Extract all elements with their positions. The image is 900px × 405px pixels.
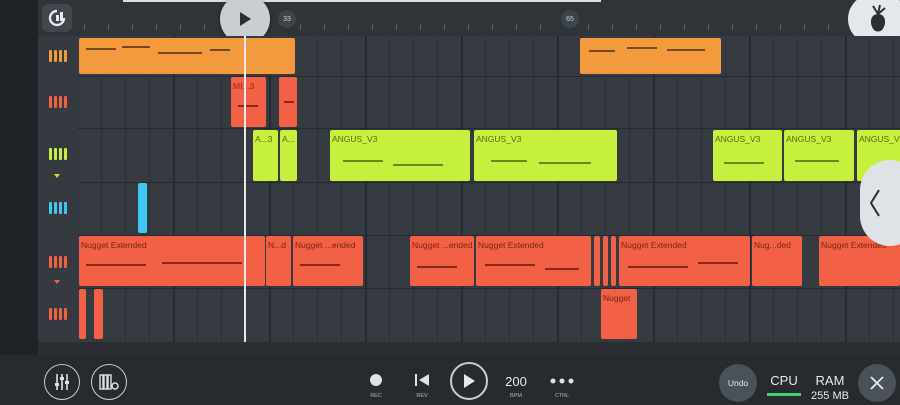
mixer-button[interactable] xyxy=(44,364,80,400)
track-4-button[interactable] xyxy=(38,182,78,234)
bpm-value[interactable]: 200 xyxy=(497,374,535,389)
piano-icon xyxy=(49,202,67,214)
track-2-button[interactable] xyxy=(38,76,78,128)
pattern-clip[interactable]: N...d xyxy=(266,236,291,286)
pattern-clip[interactable]: ANGUS_V3 xyxy=(330,130,470,181)
cpu-label[interactable]: CPU xyxy=(765,373,803,388)
clip-label: N...d xyxy=(268,240,286,250)
pattern-clip[interactable] xyxy=(79,38,295,74)
mixer-icon xyxy=(55,374,69,390)
clip-label: Nugget Extended xyxy=(81,240,147,250)
bar-marker-65: 65 xyxy=(561,10,579,28)
track-3-button[interactable] xyxy=(38,128,78,180)
timeline-ruler[interactable]: 33 65 xyxy=(38,0,900,36)
fl-studio-playlist: 33 65 A...3 A... ANGUS_V3 ANGUS_V3 ANGUS… xyxy=(0,0,900,405)
clip-label: Nugget xyxy=(603,293,631,303)
pattern-clip[interactable] xyxy=(138,183,147,233)
playlist-grid[interactable]: MI...3 A...3 A... ANGUS_V3 ANGUS_V3 ANGU… xyxy=(78,36,900,342)
rev-label: REV xyxy=(416,393,428,399)
clip-label: ANGUS_V3 xyxy=(476,134,522,144)
clip-label: ANGUS_V3 xyxy=(859,134,900,144)
clip-label: A...3 xyxy=(255,134,273,144)
track-headers xyxy=(38,36,79,342)
loop-region-line xyxy=(123,0,601,2)
pattern-clip[interactable]: MI...3 xyxy=(231,77,266,127)
clip-label: Nugget ...ended xyxy=(412,240,473,250)
record-icon xyxy=(370,374,382,386)
pattern-clip[interactable] xyxy=(94,289,103,339)
piano-icon xyxy=(49,50,67,62)
pattern-clip[interactable]: Nugget Extended xyxy=(476,236,591,286)
piano-icon xyxy=(49,256,67,268)
pattern-clip[interactable]: A...3 xyxy=(253,130,278,181)
ctrl-label: CTRL xyxy=(554,393,570,399)
pattern-clip[interactable] xyxy=(580,38,721,74)
bar-marker-33: 33 xyxy=(278,10,296,28)
dots-icon xyxy=(550,378,574,384)
pattern-clip[interactable]: ANGUS_V3 xyxy=(784,130,854,181)
left-strip xyxy=(0,0,38,405)
fruit-logo-icon xyxy=(870,4,886,32)
ctrl-button[interactable] xyxy=(548,373,576,389)
close-button[interactable] xyxy=(858,364,896,402)
cpu-meter xyxy=(767,393,801,396)
play-icon xyxy=(464,374,475,388)
pattern-clip[interactable]: Nugget Extended xyxy=(79,236,265,286)
play-button[interactable] xyxy=(450,362,488,400)
pattern-clip[interactable]: Nugget ...ended xyxy=(293,236,363,286)
piano-icon xyxy=(49,96,67,108)
clip-label: ANGUS_V3 xyxy=(332,134,378,144)
pattern-clip[interactable] xyxy=(79,289,86,339)
pattern-clip[interactable]: A... xyxy=(280,130,297,181)
rewind-button[interactable] xyxy=(411,369,433,391)
pattern-clip[interactable] xyxy=(279,77,297,127)
rec-label: REC xyxy=(370,393,382,399)
piano-roll-settings-button[interactable] xyxy=(91,364,127,400)
bottom-toolbar: REC REV 200 BPM CTRL Undo CPU RAM 255 MB xyxy=(0,355,900,405)
chevron-left-icon xyxy=(869,189,880,217)
clip-label: Nug...ded xyxy=(754,240,791,250)
track-6-button[interactable] xyxy=(38,288,78,340)
pattern-clip[interactable]: Nugget xyxy=(601,289,637,339)
play-icon xyxy=(240,12,251,26)
pattern-clip[interactable]: ANGUS_V3 xyxy=(713,130,782,181)
clip-label: Nugget ...ended xyxy=(295,240,356,250)
ram-label[interactable]: RAM xyxy=(810,373,850,388)
piano-icon xyxy=(49,308,67,320)
playhead[interactable] xyxy=(244,36,246,342)
pattern-clip[interactable] xyxy=(611,236,616,286)
pattern-clip[interactable] xyxy=(603,236,608,286)
clip-label: ANGUS_V3 xyxy=(715,134,761,144)
bpm-label: BPM xyxy=(510,393,522,399)
pattern-clip[interactable]: Nug...ded xyxy=(752,236,802,286)
pattern-clip[interactable]: ANGUS_V3 xyxy=(474,130,617,181)
open-browser-button[interactable] xyxy=(860,160,900,246)
clip-label: Nugget Extended xyxy=(478,240,544,250)
piano-settings-icon xyxy=(99,374,119,390)
record-button[interactable] xyxy=(365,369,387,391)
clip-label: ANGUS_V3 xyxy=(786,134,832,144)
pattern-clip[interactable] xyxy=(594,236,600,286)
undo-button[interactable]: Undo xyxy=(719,364,757,402)
clip-label: A... xyxy=(282,134,295,144)
close-icon xyxy=(870,376,884,390)
rewind-icon xyxy=(415,374,429,386)
fl-logo-button[interactable] xyxy=(42,4,72,32)
piano-icon xyxy=(49,148,67,160)
pattern-clip[interactable]: Nugget Extended xyxy=(619,236,750,286)
track-1-button[interactable] xyxy=(38,36,78,76)
clip-label: Nugget Extended xyxy=(621,240,687,250)
ram-value: 255 MB xyxy=(811,390,849,402)
pattern-clip[interactable]: Nugget ...ended xyxy=(410,236,474,286)
fl-logo-icon xyxy=(48,9,66,27)
